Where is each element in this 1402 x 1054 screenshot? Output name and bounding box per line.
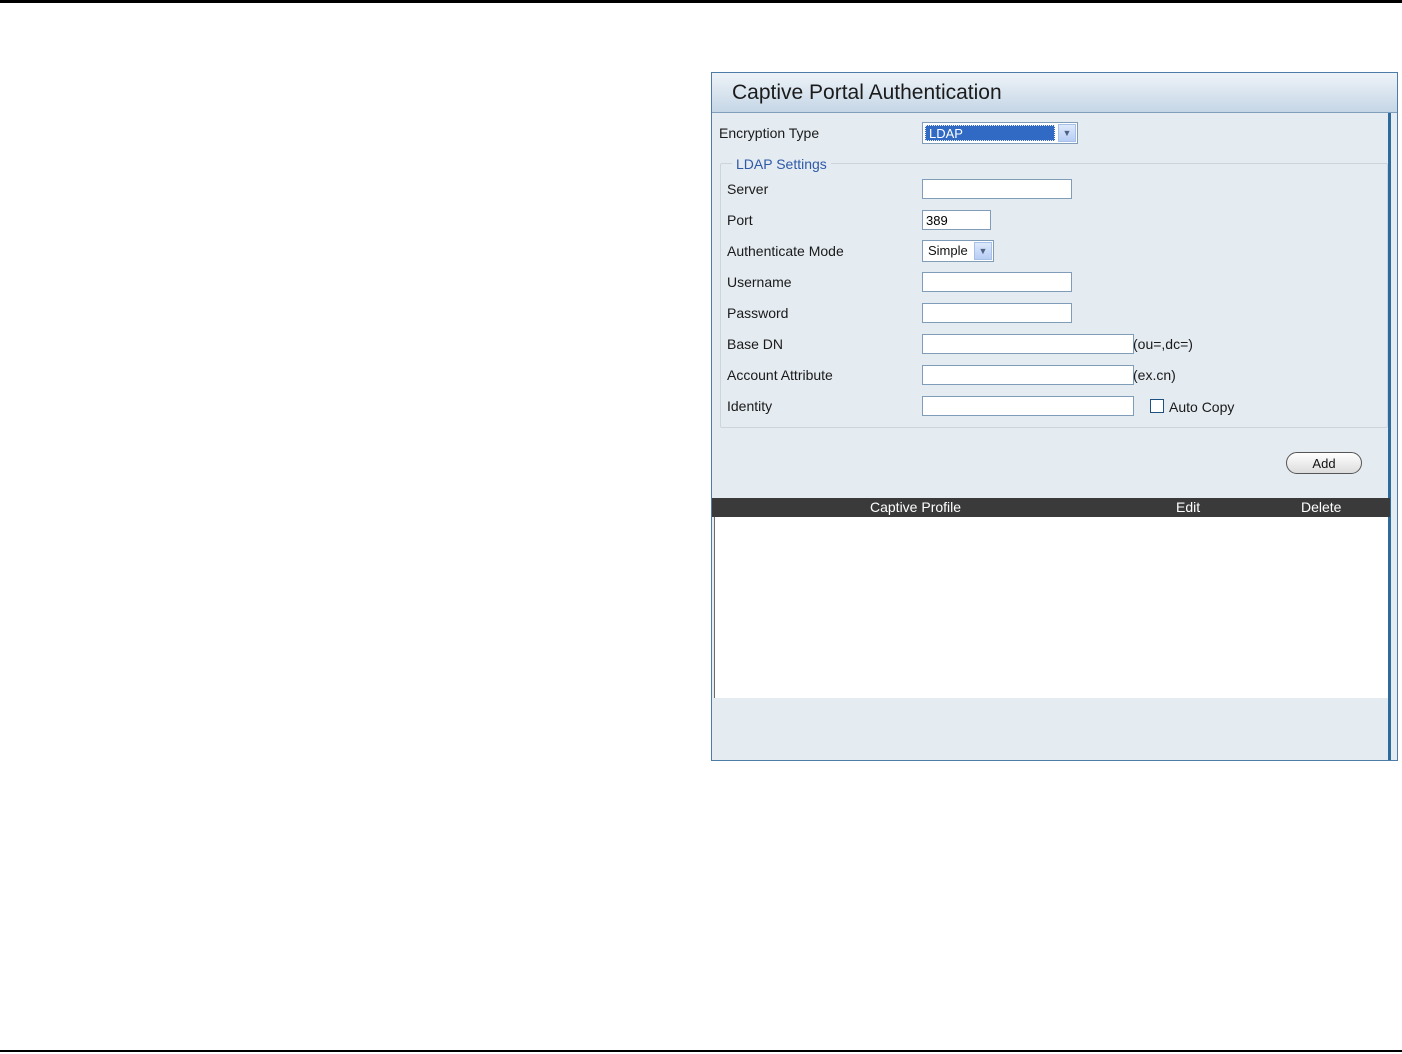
column-header-captive-profile: Captive Profile xyxy=(870,499,962,515)
base-dn-hint: (ou=,dc=) xyxy=(1133,336,1193,352)
encryption-type-value: LDAP xyxy=(925,125,1055,141)
port-label: Port xyxy=(727,212,753,228)
panel-header: Captive Portal Authentication xyxy=(712,73,1397,113)
ldap-settings-legend: LDAP Settings xyxy=(732,156,831,172)
top-rule xyxy=(0,0,1402,3)
panel-title: Captive Portal Authentication xyxy=(732,81,1002,104)
username-input[interactable] xyxy=(922,272,1072,292)
chevron-down-icon[interactable]: ▼ xyxy=(974,242,992,260)
authenticate-mode-label: Authenticate Mode xyxy=(727,243,844,259)
profile-table-body xyxy=(714,517,1388,698)
chevron-down-icon[interactable]: ▼ xyxy=(1058,124,1076,142)
encryption-type-label: Encryption Type xyxy=(719,125,820,141)
base-dn-input[interactable] xyxy=(922,334,1134,354)
server-label: Server xyxy=(727,181,769,197)
add-button[interactable]: Add xyxy=(1286,452,1362,474)
password-label: Password xyxy=(727,305,789,321)
ldap-settings-fieldset xyxy=(720,163,1388,428)
encryption-type-select[interactable]: LDAP ▼ xyxy=(922,122,1078,144)
account-attribute-hint: (ex.cn) xyxy=(1133,367,1176,383)
base-dn-label: Base DN xyxy=(727,336,784,352)
auto-copy-checkbox[interactable] xyxy=(1150,399,1164,413)
server-input[interactable] xyxy=(922,179,1072,199)
bottom-rule xyxy=(0,1050,1402,1052)
account-attribute-input[interactable] xyxy=(922,365,1134,385)
account-attribute-label: Account Attribute xyxy=(727,367,833,383)
panel-scroll-bar xyxy=(1388,73,1391,760)
password-input[interactable] xyxy=(922,303,1072,323)
identity-input[interactable] xyxy=(922,396,1134,416)
captive-portal-panel: Captive Portal Authentication Encryption… xyxy=(711,72,1398,761)
authenticate-mode-value: Simple xyxy=(928,243,968,258)
username-label: Username xyxy=(727,274,792,290)
authenticate-mode-select[interactable]: Simple ▼ xyxy=(922,240,994,262)
identity-label: Identity xyxy=(727,398,773,414)
port-input[interactable] xyxy=(922,210,991,230)
column-header-edit: Edit xyxy=(1176,499,1201,515)
column-header-delete: Delete xyxy=(1301,499,1342,515)
profile-table-header: Captive Profile Edit Delete xyxy=(712,498,1390,517)
auto-copy-label: Auto Copy xyxy=(1169,399,1235,415)
